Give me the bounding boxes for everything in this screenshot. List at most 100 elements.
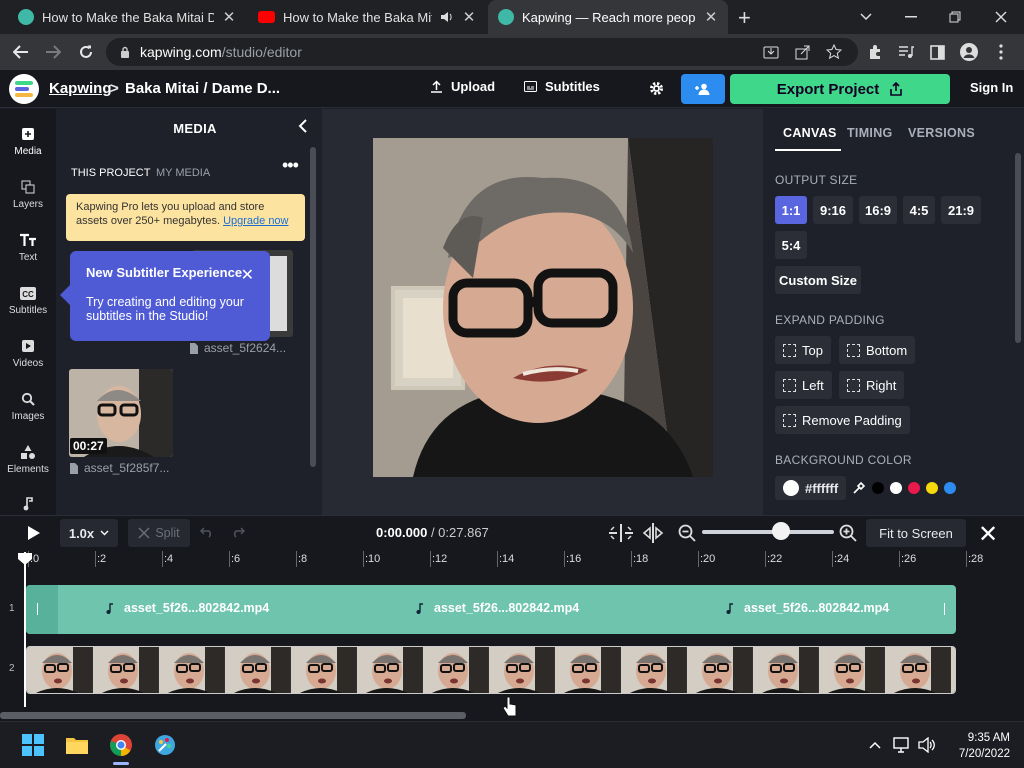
swatch-black[interactable] xyxy=(872,482,885,494)
zoom-out-icon[interactable] xyxy=(678,524,696,542)
eyedropper-icon[interactable] xyxy=(852,481,866,495)
browser-menu-icon[interactable] xyxy=(990,41,1012,63)
size-option-4-5[interactable]: 4:5 xyxy=(903,196,935,224)
swatch-white[interactable] xyxy=(890,482,903,494)
rail-item-elements[interactable]: Elements xyxy=(0,443,56,493)
kapwing-logo-icon[interactable] xyxy=(9,74,39,104)
video-track[interactable] xyxy=(26,646,956,694)
pad-bottom-button[interactable]: Bottom xyxy=(839,336,916,364)
close-tab-icon[interactable]: ✕ xyxy=(222,8,236,26)
clip-trim-handle-left[interactable] xyxy=(26,585,58,634)
pad-right-button[interactable]: Right xyxy=(839,371,905,399)
fit-to-screen-button[interactable]: Fit to Screen xyxy=(866,519,966,547)
rail-item-layers[interactable]: Layers xyxy=(0,178,56,228)
pad-left-button[interactable]: Left xyxy=(775,371,832,399)
close-window-icon[interactable] xyxy=(990,6,1012,28)
back-icon[interactable] xyxy=(10,41,32,63)
chrome-icon[interactable] xyxy=(108,732,134,765)
size-option-5-4[interactable]: 5:4 xyxy=(775,231,807,259)
close-tab-icon[interactable]: ✕ xyxy=(462,8,476,26)
invite-collaborator-button[interactable] xyxy=(681,74,725,104)
project-title[interactable]: Baka Mitai / Dame D... xyxy=(125,80,280,97)
profile-avatar-icon[interactable] xyxy=(958,41,980,63)
canvas-panel-scrollbar[interactable] xyxy=(1015,153,1021,343)
media-controls-icon[interactable] xyxy=(895,41,917,63)
upload-button[interactable]: Upload xyxy=(430,79,495,94)
split-view-icon[interactable] xyxy=(642,522,664,544)
media-scrollbar[interactable] xyxy=(310,147,316,467)
zoom-slider-track[interactable] xyxy=(702,530,834,534)
bookmark-star-icon[interactable] xyxy=(823,41,845,63)
browser-tab-1[interactable]: How to Make the Baka Mitai Dan ✕ xyxy=(8,0,246,34)
pad-top-button[interactable]: Top xyxy=(775,336,831,364)
size-option-1-1[interactable]: 1:1 xyxy=(775,196,807,224)
close-tip-icon[interactable]: ✕ xyxy=(241,265,254,285)
subtitles-button[interactable]: Subtitles xyxy=(524,79,600,94)
undo-icon[interactable] xyxy=(200,526,214,538)
windows-start-icon[interactable] xyxy=(20,732,46,758)
zoom-in-icon[interactable] xyxy=(839,524,857,542)
tab-search-icon[interactable] xyxy=(855,6,877,28)
tab-timing[interactable]: TIMING xyxy=(847,126,893,140)
size-option-16-9[interactable]: 16:9 xyxy=(859,196,897,224)
remove-padding-button[interactable]: Remove Padding xyxy=(775,406,910,434)
file-explorer-icon[interactable] xyxy=(64,732,90,758)
restore-icon[interactable] xyxy=(944,6,966,28)
reload-icon[interactable] xyxy=(75,41,97,63)
close-tab-icon[interactable]: ✕ xyxy=(704,8,718,26)
background-color-input[interactable]: #ffffff xyxy=(775,476,847,500)
audio-track[interactable]: asset_5f26...802842.mp4 asset_5f26...802… xyxy=(26,585,956,634)
extensions-icon[interactable] xyxy=(864,41,886,63)
rail-item-audio[interactable] xyxy=(0,495,56,515)
rail-item-images[interactable]: Images xyxy=(0,390,56,440)
volume-icon[interactable] xyxy=(914,732,940,758)
timeline-scrollbar[interactable] xyxy=(0,712,466,719)
browser-tab-3[interactable]: Kapwing — Reach more people w ✕ xyxy=(488,0,728,34)
rail-item-subtitles[interactable]: CC Subtitles xyxy=(0,284,56,334)
swatch-blue[interactable] xyxy=(944,482,957,494)
redo-icon[interactable] xyxy=(231,526,245,538)
audio-playing-icon[interactable] xyxy=(440,11,454,23)
sign-in-link[interactable]: Sign In xyxy=(970,80,1013,95)
split-button[interactable]: Split xyxy=(128,519,190,547)
show-hidden-icons-chevron-icon[interactable] xyxy=(862,732,888,758)
collapse-panel-chevron-icon[interactable] xyxy=(294,117,312,135)
install-app-icon[interactable] xyxy=(760,41,782,63)
snap-icon[interactable] xyxy=(608,523,634,543)
video-canvas[interactable] xyxy=(373,138,713,477)
playback-speed-select[interactable]: 1.0x xyxy=(60,519,118,547)
size-option-21-9[interactable]: 21:9 xyxy=(941,196,981,224)
system-clock[interactable]: 9:35 AM 7/20/2022 xyxy=(946,730,1010,762)
settings-gear-icon[interactable] xyxy=(648,80,665,97)
minimize-icon[interactable] xyxy=(900,6,922,28)
rail-item-media[interactable]: Media xyxy=(0,125,56,175)
playhead-handle[interactable] xyxy=(17,552,33,566)
zoom-slider-handle[interactable] xyxy=(772,522,791,540)
timeline-ruler[interactable]: :0:2:4:6:8:10:12:14:16:18:20:22:24:26:28 xyxy=(0,551,1024,571)
rail-item-videos[interactable]: Videos xyxy=(0,337,56,387)
tab-my-media[interactable]: MY MEDIA xyxy=(156,167,210,179)
tab-this-project[interactable]: THIS PROJECT xyxy=(71,167,150,179)
upgrade-link[interactable]: Upgrade now xyxy=(223,215,288,227)
address-bar[interactable]: kapwing.com/studio/editor xyxy=(106,38,858,66)
swatch-yellow[interactable] xyxy=(926,482,939,494)
custom-size-button[interactable]: Custom Size xyxy=(775,266,861,294)
swatch-red[interactable] xyxy=(908,482,921,494)
tab-versions[interactable]: VERSIONS xyxy=(908,126,975,140)
rail-item-text[interactable]: Text xyxy=(0,231,56,281)
share-page-icon[interactable] xyxy=(792,41,814,63)
size-option-9-16[interactable]: 9:16 xyxy=(813,196,853,224)
play-icon[interactable] xyxy=(24,524,42,542)
close-timeline-icon[interactable]: ✕ xyxy=(978,520,998,549)
tab-canvas[interactable]: CANVAS xyxy=(783,126,837,140)
paint-app-icon[interactable] xyxy=(152,732,178,758)
browser-tab-2[interactable]: How to Make the Baka Mitai ✕ xyxy=(248,0,486,34)
forward-icon[interactable] xyxy=(42,41,64,63)
lock-icon[interactable] xyxy=(120,46,130,59)
side-panel-icon[interactable] xyxy=(926,41,948,63)
network-icon[interactable] xyxy=(889,732,915,758)
brand-link[interactable]: Kapwing xyxy=(49,80,112,97)
new-tab-button[interactable]: + xyxy=(738,5,751,31)
export-project-button[interactable]: Export Project xyxy=(730,74,950,104)
more-options-icon[interactable]: ••• xyxy=(282,155,299,176)
